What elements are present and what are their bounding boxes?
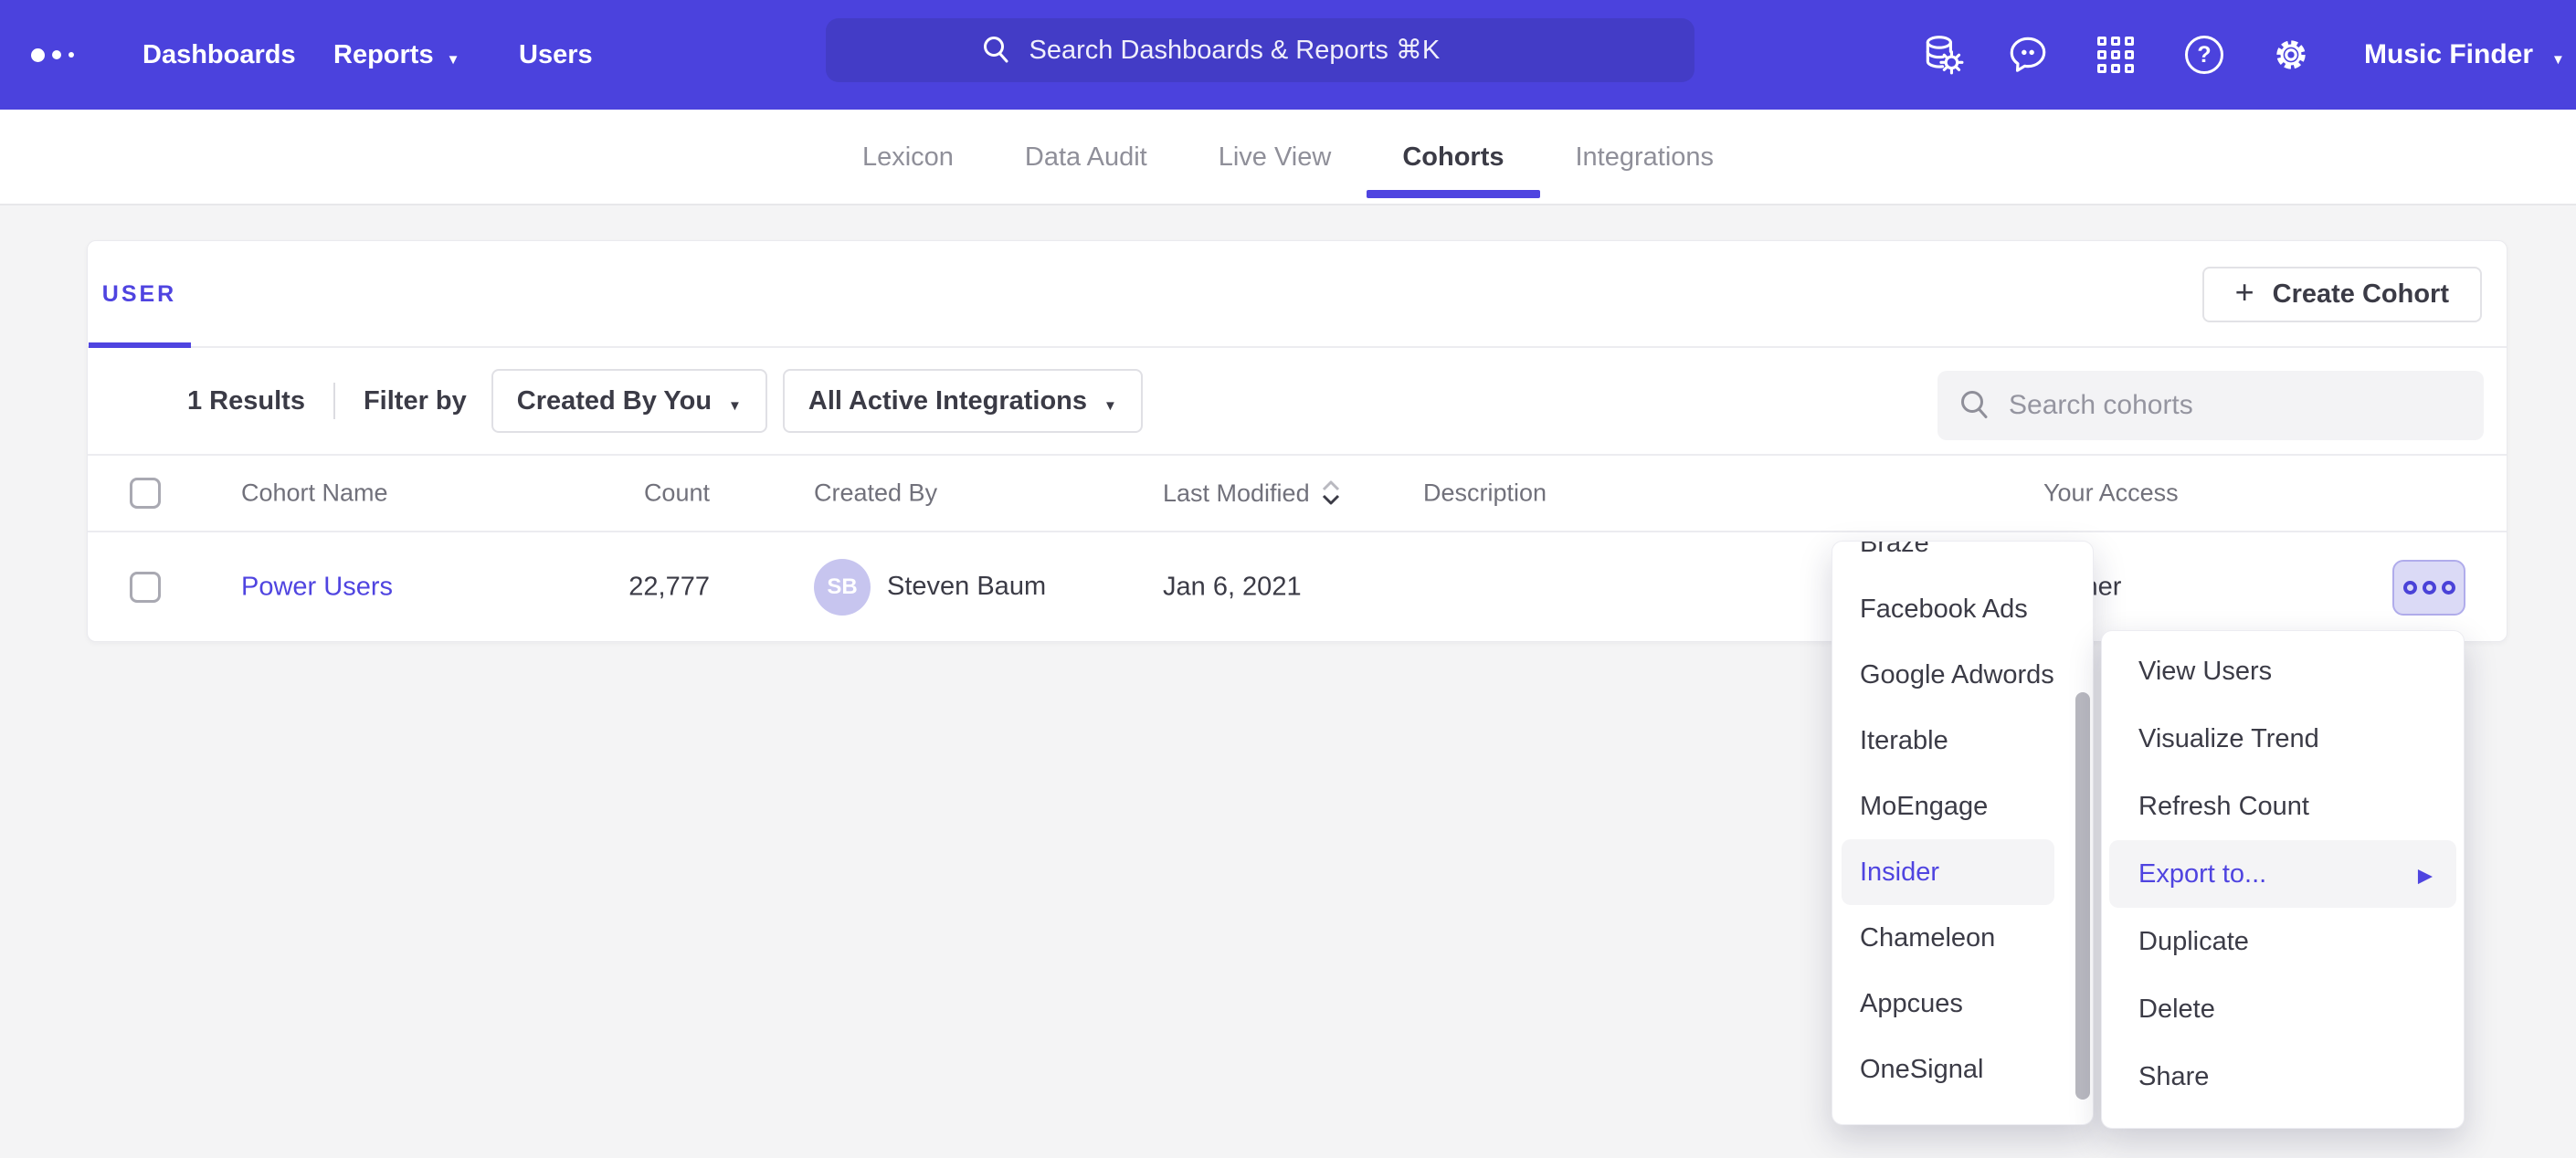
divider <box>333 383 335 419</box>
data-governance-icon[interactable] <box>1920 33 1964 77</box>
column-last-modified[interactable]: Last Modified <box>1163 479 1343 508</box>
more-dot-icon <box>2423 581 2436 595</box>
menu-item-share[interactable]: Share <box>2102 1043 2464 1111</box>
menu-item-view-users[interactable]: View Users <box>2102 637 2464 705</box>
menu-item-iterable[interactable]: Iterable <box>1832 708 2093 774</box>
filter-value: All Active Integrations <box>808 386 1087 416</box>
global-search-input[interactable] <box>1029 36 1541 66</box>
feedback-icon[interactable] <box>2006 33 2050 77</box>
creator-name: Steven Baum <box>887 572 1046 602</box>
chevron-down-icon <box>1103 386 1117 416</box>
menu-item-refresh-count[interactable]: Refresh Count <box>2102 773 2464 840</box>
global-search-bar[interactable] <box>826 18 1694 82</box>
chevron-down-icon <box>447 40 460 70</box>
row-context-menu: View Users Visualize Trend Refresh Count… <box>2101 630 2465 1129</box>
settings-gear-icon[interactable] <box>2269 33 2313 77</box>
menu-item-google-adwords[interactable]: Google Adwords <box>1832 642 2093 708</box>
more-dot-icon <box>2403 581 2417 595</box>
menu-item-duplicate[interactable]: Duplicate <box>2102 908 2464 975</box>
filter-toolbar: 1 Results Filter by Created By You All A… <box>88 348 2507 456</box>
tab-label: Lexicon <box>862 142 954 173</box>
menu-item-moengage[interactable]: MoEngage <box>1832 774 2093 839</box>
tab-label: Live View <box>1219 142 1332 173</box>
filter-by-label: Filter by <box>364 386 467 416</box>
top-nav: Dashboards Reports Users <box>0 0 2576 110</box>
tab-lexicon[interactable]: Lexicon <box>827 110 989 205</box>
search-icon <box>1958 388 1992 423</box>
chevron-down-icon <box>2551 39 2565 70</box>
menu-item-insider[interactable]: Insider <box>1842 839 2054 905</box>
section-tabs: Lexicon Data Audit Live View Cohorts Int… <box>0 110 2576 205</box>
column-created-by[interactable]: Created By <box>814 479 937 508</box>
integrations-filter[interactable]: All Active Integrations <box>783 369 1143 433</box>
select-all-checkbox[interactable] <box>130 478 161 509</box>
column-label: Last Modified <box>1163 479 1310 508</box>
tab-label: Data Audit <box>1025 142 1147 173</box>
more-dot-icon <box>2442 581 2455 595</box>
workspace-switcher[interactable]: Music Finder <box>2364 0 2565 110</box>
column-description[interactable]: Description <box>1423 479 1547 508</box>
workspace-name: Music Finder <box>2364 39 2533 70</box>
nav-item-label: Users <box>519 40 593 70</box>
column-your-access[interactable]: Your Access <box>2043 479 2179 508</box>
sort-icon[interactable] <box>1319 479 1343 508</box>
column-cohort-name[interactable]: Cohort Name <box>241 479 388 508</box>
chevron-down-icon <box>728 386 742 416</box>
active-tab-indicator <box>1367 190 1539 198</box>
export-to-submenu: Braze Facebook Ads Google Adwords Iterab… <box>1832 541 2094 1125</box>
cohort-count: 22,777 <box>544 572 710 602</box>
table-header: Cohort Name Count Created By Last Modifi… <box>88 456 2507 532</box>
tab-user-cohorts[interactable]: USER <box>88 241 191 348</box>
tab-data-audit[interactable]: Data Audit <box>989 110 1183 205</box>
tab-label: Integrations <box>1576 142 1715 173</box>
menu-item-braze[interactable]: Braze <box>1832 541 2093 576</box>
submenu-scrollbar[interactable] <box>2075 692 2090 1100</box>
last-modified-cell: Jan 6, 2021 <box>1163 572 1302 602</box>
menu-item-onesignal[interactable]: OneSignal <box>1832 1037 2093 1102</box>
nav-item-users[interactable]: Users <box>519 0 593 110</box>
cohorts-panel: USER Create Cohort 1 Results Filter by C… <box>87 240 2507 642</box>
results-count: 1 Results <box>187 386 305 416</box>
search-icon <box>980 34 1013 67</box>
tab-label: Cohorts <box>1402 142 1504 173</box>
cohort-search-input[interactable] <box>2009 390 2484 421</box>
cohort-type-tabs: USER Create Cohort <box>88 241 2507 348</box>
menu-item-appcues[interactable]: Appcues <box>1832 971 2093 1037</box>
plus-icon <box>2235 278 2254 312</box>
apps-grid-icon[interactable] <box>2094 33 2138 77</box>
tab-live-view[interactable]: Live View <box>1183 110 1367 205</box>
logo-dot <box>69 52 74 58</box>
row-more-actions-button[interactable] <box>2392 560 2465 616</box>
menu-item-facebook-ads[interactable]: Facebook Ads <box>1832 576 2093 642</box>
column-count[interactable]: Count <box>544 479 710 508</box>
menu-item-visualize-trend[interactable]: Visualize Trend <box>2102 705 2464 773</box>
cohort-search-bar[interactable] <box>1937 371 2484 440</box>
create-cohort-button[interactable]: Create Cohort <box>2202 267 2482 322</box>
row-checkbox[interactable] <box>130 572 161 603</box>
tab-integrations[interactable]: Integrations <box>1540 110 1750 205</box>
logo-dot <box>52 50 61 59</box>
avatar: SB <box>814 559 871 616</box>
menu-item-chameleon[interactable]: Chameleon <box>1832 905 2093 971</box>
created-by-cell: SB Steven Baum <box>814 559 1046 616</box>
menu-item-delete[interactable]: Delete <box>2102 975 2464 1043</box>
logo-dot <box>31 48 45 62</box>
tab-label: USER <box>102 281 176 308</box>
cohorts-page: Dashboards Reports Users <box>0 0 2576 1158</box>
table-row: Power Users 22,777 SB Steven Baum Jan 6,… <box>88 532 2507 641</box>
submenu-arrow-icon <box>2418 859 2433 890</box>
menu-item-label: Export to... <box>2138 859 2266 890</box>
nav-item-label: Dashboards <box>143 40 296 70</box>
create-cohort-label: Create Cohort <box>2273 279 2449 310</box>
created-by-filter[interactable]: Created By You <box>491 369 767 433</box>
filter-value: Created By You <box>517 386 712 416</box>
cohort-name-link[interactable]: Power Users <box>241 572 393 602</box>
mixpanel-logo-icon[interactable] <box>31 0 74 110</box>
nav-item-label: Reports <box>333 40 434 70</box>
menu-item-export-to[interactable]: Export to... <box>2109 840 2456 908</box>
nav-item-dashboards[interactable]: Dashboards <box>143 0 296 110</box>
help-icon[interactable] <box>2182 33 2226 77</box>
nav-item-reports[interactable]: Reports <box>333 0 459 110</box>
tab-cohorts[interactable]: Cohorts <box>1367 110 1539 205</box>
